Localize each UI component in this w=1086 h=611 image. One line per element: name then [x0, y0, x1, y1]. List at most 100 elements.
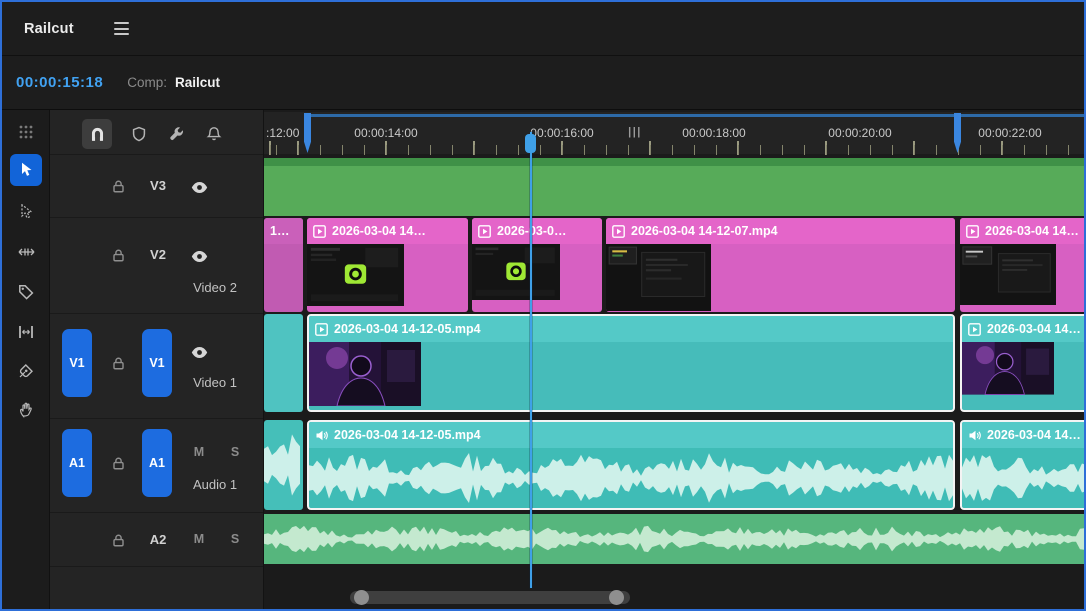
pen-tool-button[interactable] [10, 355, 42, 387]
play-box-icon [315, 322, 328, 336]
clip-a2-music[interactable] [264, 514, 1084, 564]
timeline-tracks-area: :12:00 00:00:14:00 00:00:16:00 ||| 00:00… [264, 110, 1084, 609]
ruler-label: 00:00:20:00 [828, 126, 892, 140]
bell-icon [206, 127, 222, 141]
menu-icon[interactable] [113, 22, 129, 35]
clip-body [606, 244, 955, 312]
clip-thumbnail [307, 244, 404, 307]
mute-button[interactable]: M [190, 445, 208, 459]
clip-body [309, 342, 953, 410]
speaker-icon [969, 430, 981, 440]
scrollbar-thumb[interactable] [350, 591, 630, 604]
hand-icon [19, 402, 32, 418]
marker-shield-button[interactable] [124, 119, 154, 149]
clip-body [960, 244, 1084, 312]
clip-v2-3[interactable]: 2026-03-04 14-12-07.mp4 [606, 218, 955, 312]
comp-name: Railcut [175, 75, 221, 90]
playhead-handle[interactable] [525, 134, 536, 153]
clip-v1-main[interactable]: 2026-03-04 14-12-05.mp4 [307, 314, 955, 412]
clip-title: 2026-03-04 14-12-07.mp4 [606, 218, 955, 244]
clip-title: 2026-03-04 14-12-05.mp4 [309, 422, 953, 448]
solo-button[interactable]: S [226, 445, 244, 459]
panel-grip-icon[interactable] [10, 116, 42, 148]
clip-title: 2026-03-04 14… [960, 218, 1084, 244]
track-name-a2: A2 [149, 532, 167, 547]
play-box-icon [478, 224, 491, 238]
clip-v3-adjustment[interactable] [264, 158, 1084, 216]
timeline-options-row [50, 110, 263, 154]
clip-v2-1[interactable]: 2026-03-04 14… [307, 218, 468, 312]
track-header-v3: V3 [50, 154, 263, 217]
tool-column [2, 110, 50, 609]
pen-icon [19, 364, 33, 378]
clip-thumbnail [606, 244, 711, 312]
clip-v2-2[interactable]: 2026-03-0… [472, 218, 602, 312]
clip-v1-right[interactable]: 2026-03-04 14… [960, 314, 1084, 412]
playhead-line [530, 132, 532, 588]
track-label-video2: Video 2 [193, 280, 237, 295]
track-header-v1: V1 V1 Video 1 [50, 313, 263, 418]
selection-tool-button[interactable] [10, 154, 42, 186]
speaker-icon [316, 430, 328, 440]
clip-title: 2026-03-04 14… [962, 316, 1084, 342]
clip-thumbnail [309, 342, 421, 406]
play-box-icon [966, 224, 979, 238]
ripple-edit-tool-button[interactable] [10, 316, 42, 348]
mute-button[interactable]: M [190, 532, 208, 546]
visibility-eye-icon[interactable] [190, 248, 208, 264]
audio-waveform [309, 448, 953, 508]
source-track-v1-button[interactable]: V1 [62, 329, 92, 397]
audio-waveform [264, 514, 1084, 564]
clip-title: 2026-03-04 14… [962, 422, 1084, 448]
clip-title: 2026-03-0… [472, 218, 602, 244]
clip-title: 1… [264, 218, 303, 244]
wrench-icon [170, 127, 184, 140]
app-title: Railcut [24, 20, 74, 37]
label-tool-button[interactable] [10, 276, 42, 308]
visibility-eye-icon[interactable] [190, 179, 208, 195]
clip-a1-partial[interactable] [264, 420, 303, 510]
clip-body [962, 342, 1084, 410]
visibility-eye-icon[interactable] [190, 344, 208, 360]
track-label-audio1: Audio 1 [192, 477, 238, 492]
lock-icon[interactable] [109, 532, 127, 548]
ripple-edit-icon [19, 326, 33, 338]
clip-v2-4[interactable]: 2026-03-04 14… [960, 218, 1084, 312]
clip-a1-right[interactable]: 2026-03-04 14… [960, 420, 1084, 510]
slide-tool-button[interactable] [10, 236, 42, 268]
clip-thumbnail [962, 342, 1054, 395]
scrollbar-left-handle[interactable] [354, 590, 369, 605]
source-track-a1-button[interactable]: A1 [62, 429, 92, 497]
current-timecode[interactable]: 00:00:15:18 [16, 74, 103, 91]
track-header-panel: V3 V2 Video 2 V1 V1 Video 1 A1 A1 M S Au… [50, 110, 264, 609]
clip-a1-main[interactable]: 2026-03-04 14-12-05.mp4 [307, 420, 955, 510]
slide-icon [18, 248, 34, 256]
play-box-icon [612, 224, 625, 238]
ruler-label: 00:00:14:00 [354, 126, 418, 140]
ruler-label: 00:00:18:00 [682, 126, 746, 140]
settings-wrench-button[interactable] [162, 119, 192, 149]
time-ruler[interactable]: :12:00 00:00:14:00 00:00:16:00 ||| 00:00… [264, 112, 1084, 155]
lock-icon[interactable] [109, 455, 127, 471]
lock-icon[interactable] [109, 178, 127, 194]
comp-label: Comp: [127, 75, 167, 90]
track-name-v3: V3 [150, 178, 166, 193]
horizontal-scrollbar [264, 588, 1084, 606]
work-area-bar [307, 114, 1084, 117]
snap-toggle-button[interactable] [82, 119, 112, 149]
clip-thumbnail [472, 244, 560, 301]
lock-icon[interactable] [109, 247, 127, 263]
clip-v1-partial[interactable] [264, 314, 303, 412]
ruler-minor-ticks [264, 145, 1084, 155]
hand-tool-button[interactable] [10, 394, 42, 426]
scrollbar-right-handle[interactable] [609, 590, 624, 605]
solo-button[interactable]: S [226, 532, 244, 546]
notifications-bell-button[interactable] [199, 119, 229, 149]
track-select-tool-button[interactable] [10, 196, 42, 228]
play-box-icon [313, 224, 326, 238]
track-name-v2: V2 [150, 247, 166, 262]
magnet-icon [91, 127, 103, 141]
ruler-label: 00:00:22:00 [978, 126, 1042, 140]
lock-icon[interactable] [109, 355, 127, 371]
clip-v2-partial[interactable]: 1… [264, 218, 303, 312]
